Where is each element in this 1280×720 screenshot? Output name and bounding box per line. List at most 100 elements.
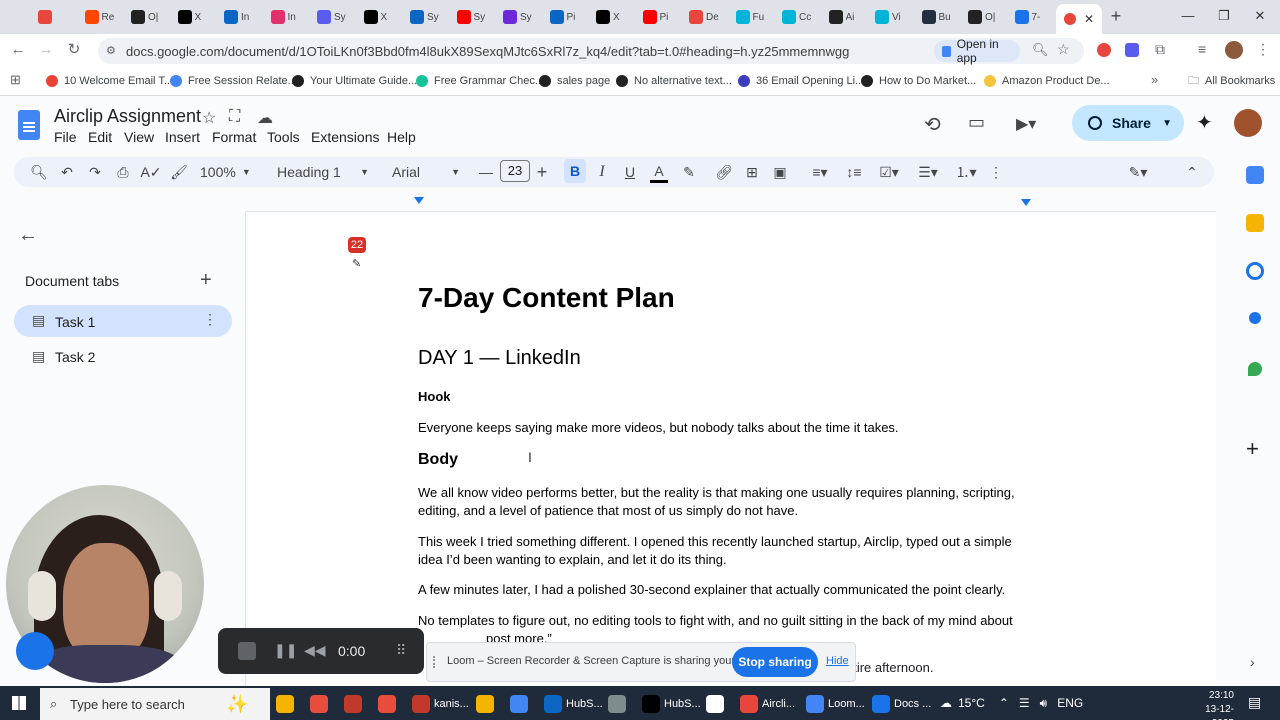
apps-grid-icon[interactable]: ⊞ (10, 72, 21, 88)
forward-icon[interactable]: → (36, 40, 56, 60)
increase-font-size-icon[interactable]: + (534, 161, 550, 183)
highlight-icon[interactable]: ✎ (680, 161, 698, 183)
browser-tab[interactable] (38, 6, 68, 28)
document-heading-title[interactable]: 7-Day Content Plan (418, 282, 675, 314)
weather-temp[interactable]: 15°C (958, 696, 985, 710)
browser-tab[interactable]: Sy (503, 6, 533, 28)
undo-icon[interactable]: ↶ (58, 161, 76, 183)
version-history-icon[interactable]: ⟲ (924, 112, 941, 137)
add-comment-icon[interactable]: ⊞ (742, 161, 762, 183)
network-icon[interactable]: ☰ (1019, 696, 1030, 710)
menu-item-extensions[interactable]: Extensions (311, 129, 379, 145)
maximize-icon[interactable]: ❐ (1210, 6, 1238, 26)
menu-item-format[interactable]: Format (212, 129, 256, 145)
browser-tab[interactable]: Pi (549, 6, 580, 28)
line-spacing-icon[interactable]: ↕≡ (844, 161, 864, 183)
menu-item-tools[interactable]: Tools (267, 129, 300, 145)
clock[interactable]: 23:10 13-12-2025 (1190, 689, 1234, 720)
browser-tab[interactable]: Cc (782, 6, 812, 28)
bold-button[interactable]: B (564, 159, 586, 183)
browser-tab[interactable]: Fu (735, 6, 766, 28)
body-paragraph[interactable]: ntire afternoon. (846, 660, 933, 675)
contacts-icon[interactable] (1249, 312, 1261, 324)
taskbar-app[interactable] (344, 693, 366, 715)
open-in-app-button[interactable]: Open in app (934, 37, 1020, 65)
minimize-icon[interactable]: — (1174, 6, 1202, 26)
menu-item-edit[interactable]: Edit (88, 129, 112, 145)
browser-tab[interactable]: 7- (1014, 6, 1045, 28)
bookmark-item[interactable]: How to Do Market... (861, 72, 976, 90)
drag-handle-icon[interactable] (433, 656, 437, 668)
close-icon[interactable]: ✕ (1084, 12, 1094, 26)
link-icon[interactable]: 🔗︎ (714, 161, 734, 183)
taskbar-app[interactable]: HubS... (544, 693, 603, 715)
edit-pen-icon[interactable]: ✎ (352, 257, 361, 270)
browser-tab[interactable]: Vi (875, 6, 905, 28)
body-paragraph[interactable]: We all know video performs better, but t… (418, 484, 1018, 520)
document-tab-task-2[interactable]: Task 2 (55, 349, 95, 365)
print-icon[interactable]: ⎙ (114, 161, 132, 183)
weather-icon[interactable]: ☁ (940, 696, 952, 710)
taskbar-app[interactable] (510, 693, 532, 715)
tasks-icon[interactable] (1246, 262, 1264, 280)
browser-tab[interactable]: Sy (410, 6, 440, 28)
volume-icon[interactable]: 🔊︎ (1040, 696, 1048, 711)
extension-icon[interactable] (1097, 43, 1111, 57)
search-menus-icon[interactable]: 🔍︎ (30, 161, 48, 183)
checklist-icon[interactable]: ☑▾ (872, 161, 906, 183)
menu-item-view[interactable]: View (124, 129, 154, 145)
taskbar-app[interactable]: HubS... (642, 693, 701, 715)
browser-tab[interactable]: X (177, 6, 208, 28)
font-size-input[interactable]: 23 (500, 160, 530, 182)
browser-tab[interactable]: Bu (921, 6, 952, 28)
browser-tab[interactable]: In (270, 6, 301, 28)
keep-icon[interactable] (1246, 214, 1264, 232)
add-tab-button[interactable]: + (200, 269, 212, 292)
browser-tab[interactable]: Sy (317, 6, 347, 28)
day-heading[interactable]: DAY 1 — LinkedIn (418, 347, 581, 370)
extensions-puzzle-icon[interactable]: ⧉ (1155, 41, 1165, 58)
left-indent-marker[interactable] (414, 197, 424, 204)
bookmark-item[interactable]: 10 Welcome Email T... (46, 72, 173, 90)
spellcheck-icon[interactable]: A✓ (140, 161, 161, 183)
avatar[interactable] (1234, 109, 1262, 137)
browser-tab[interactable]: Sy (456, 6, 487, 28)
browser-tab[interactable]: X (596, 6, 626, 28)
browser-tab[interactable]: O| (968, 6, 998, 28)
meet-icon[interactable]: ▶▾ (1016, 114, 1036, 134)
hide-link[interactable]: Hide (826, 655, 849, 667)
browser-tab[interactable]: X (363, 6, 394, 28)
bookmark-item[interactable]: Your Ultimate Guide... (292, 72, 417, 90)
profile-avatar[interactable] (1225, 41, 1243, 59)
reload-icon[interactable]: ↻ (64, 40, 84, 60)
tray-chevron-icon[interactable]: ⌃ (999, 696, 1009, 710)
taskbar-app[interactable]: Docs ... (872, 693, 931, 715)
move-folder-icon[interactable]: ⛶ (229, 108, 240, 126)
zoom-select[interactable]: 100% ▼ (200, 161, 260, 183)
taskbar-app[interactable] (608, 693, 630, 715)
windows-start-icon[interactable] (12, 696, 26, 710)
browser-tab[interactable]: Ai (828, 6, 859, 28)
notification-icon[interactable]: ▤ (1248, 694, 1261, 711)
hook-text[interactable]: Everyone keeps saying make more videos, … (418, 420, 899, 435)
taskbar-app[interactable]: Loom... (806, 693, 865, 715)
browser-tab[interactable]: Re (84, 6, 115, 28)
right-indent-marker[interactable] (1021, 199, 1031, 206)
underline-button[interactable]: U (622, 161, 638, 183)
media-control-icon[interactable]: ≡ (1198, 41, 1206, 57)
docs-logo[interactable] (18, 110, 40, 140)
hide-menus-icon[interactable]: ⌃ (1184, 161, 1200, 183)
bookmark-item[interactable]: Free Grammar Chec... (416, 72, 544, 90)
menu-item-insert[interactable]: Insert (165, 129, 200, 145)
comment-count-badge[interactable]: 22 (348, 237, 366, 253)
stop-recording-icon[interactable] (238, 642, 256, 660)
maps-icon[interactable] (1248, 362, 1262, 376)
calendar-icon[interactable] (1246, 166, 1264, 184)
browser-tab[interactable]: Pi (642, 6, 673, 28)
restart-icon[interactable]: ◀◀ (304, 642, 326, 659)
star-icon[interactable]: ☆ (202, 108, 216, 128)
more-bookmarks-icon[interactable]: » (1151, 72, 1158, 87)
menu-item-help[interactable]: Help (387, 129, 416, 145)
back-icon[interactable]: ← (8, 40, 28, 60)
bookmark-item[interactable]: Amazon Product De... (984, 72, 1110, 90)
